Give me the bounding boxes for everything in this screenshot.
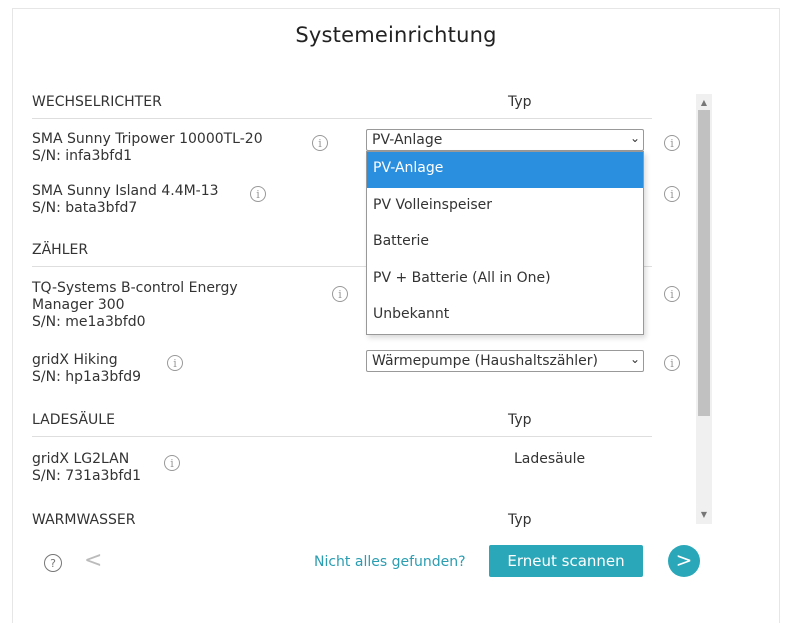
dropdown-option-pv-anlage[interactable]: PV-Anlage [367,152,643,188]
section-heading-hotwater: WARMWASSER [32,512,136,528]
device-inverter-1: SMA Sunny Tripower 10000TL-20 S/N: infa3… [32,131,263,165]
type-column-label: Typ [508,412,532,428]
type-select-value: Wärmepumpe (Haushaltszähler) [372,353,599,369]
rescan-button[interactable]: Erneut scannen [489,545,643,577]
not-found-link[interactable]: Nicht alles gefunden? [314,554,466,570]
info-icon[interactable]: i [332,286,348,302]
type-select-inverter-1[interactable]: PV-Anlage ⌄ [366,129,644,151]
scrollbar-thumb[interactable] [698,110,710,416]
section-heading-charger: LADESÄULE [32,412,115,428]
scroll-down-arrow-icon[interactable]: ▼ [696,508,712,522]
info-icon[interactable]: i [164,455,180,471]
device-name: gridX Hiking [32,352,118,368]
device-serial: S/N: me1a3bfd0 [32,314,146,330]
chevron-down-icon: ⌄ [627,352,640,366]
device-serial: S/N: hp1a3bfd9 [32,369,142,385]
device-meter-1: TQ-Systems B-control Energy Manager 300 … [32,280,238,331]
type-select-meter-2[interactable]: Wärmepumpe (Haushaltszähler) ⌄ [366,350,644,372]
chevron-down-icon: ⌄ [629,131,640,145]
device-meter-2: gridX Hiking S/N: hp1a3bfd9 [32,352,141,386]
device-serial: S/N: 731a3bfd1 [32,468,142,484]
next-button[interactable]: > [668,545,700,577]
scroll-up-arrow-icon[interactable]: ▲ [696,96,712,110]
section-divider [32,436,652,437]
info-icon[interactable]: i [167,355,183,371]
device-name-line1: TQ-Systems B-control Energy [32,280,238,296]
device-name: SMA Sunny Tripower 10000TL-20 [32,131,263,147]
device-name: SMA Sunny Island 4.4M-13 [32,183,219,199]
info-icon[interactable]: i [250,186,266,202]
list-scrollbar[interactable]: ▲ ▼ [696,94,712,524]
device-serial: S/N: bata3bfd7 [32,200,138,216]
dropdown-option-pv-batterie[interactable]: PV + Batterie (All in One) [367,262,643,298]
info-icon[interactable]: i [312,135,328,151]
help-icon[interactable]: ? [44,554,62,572]
device-serial: S/N: infa3bfd1 [32,148,133,164]
dropdown-option-unbekannt[interactable]: Unbekannt [367,298,643,334]
section-divider [32,118,652,119]
section-heading-meter: ZÄHLER [32,242,89,258]
info-icon[interactable]: i [664,355,680,371]
page-title: Systemeinrichtung [295,23,497,47]
device-name-line2: Manager 300 [32,297,125,313]
info-icon[interactable]: i [664,286,680,302]
back-arrow-icon[interactable]: < [84,548,102,573]
device-charger-1: gridX LG2LAN S/N: 731a3bfd1 [32,451,141,485]
type-column-label: Typ [508,512,532,528]
dropdown-option-pv-volleinspeiser[interactable]: PV Volleinspeiser [367,189,643,225]
info-icon[interactable]: i [664,186,680,202]
section-heading-inverter: WECHSELRICHTER [32,94,162,110]
charger-type-value: Ladesäule [514,451,586,467]
device-inverter-2: SMA Sunny Island 4.4M-13 S/N: bata3bfd7 [32,183,219,217]
dropdown-option-batterie[interactable]: Batterie [367,225,643,261]
type-select-value: PV-Anlage [372,132,443,148]
type-column-label: Typ [508,94,532,110]
device-name: gridX LG2LAN [32,451,130,467]
type-dropdown-list: PV-Anlage PV Volleinspeiser Batterie PV … [366,151,644,335]
info-icon[interactable]: i [664,135,680,151]
